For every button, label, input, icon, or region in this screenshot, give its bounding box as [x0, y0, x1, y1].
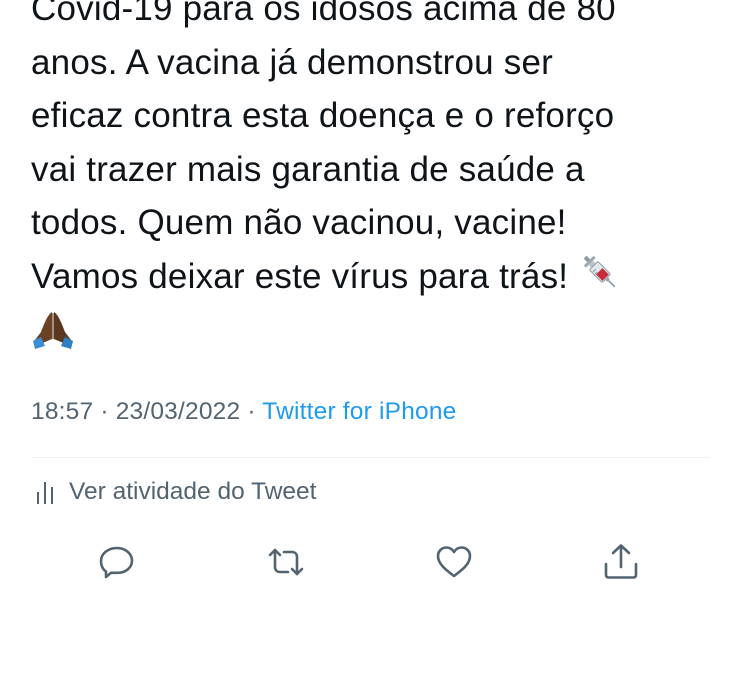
share-icon: [604, 544, 638, 579]
retweet-icon: [268, 548, 304, 576]
tweet-source-link[interactable]: Twitter for iPhone: [262, 398, 456, 425]
tweet-line: Vamos deixar este vírus para trás!: [31, 256, 569, 296]
tweet-line: Covid-19 para os idosos acima de 80: [31, 0, 616, 28]
like-button[interactable]: [432, 540, 476, 584]
reply-icon: [99, 546, 134, 579]
tweet-line: anos. A vacina já demonstrou ser: [31, 42, 553, 82]
tweet-line: vai trazer mais garantia de saúde a: [31, 149, 585, 189]
syringe-emoji: [583, 255, 616, 288]
divider: [31, 457, 710, 458]
retweet-button[interactable]: [264, 540, 308, 584]
meta-separator: ·: [240, 398, 263, 425]
analytics-bars-icon: [37, 482, 53, 504]
tweet-line-with-emoji: Vamos deixar este vírus para trás!: [31, 250, 721, 304]
tweet-line-emoji: [31, 303, 721, 357]
folded-hands-emoji: [33, 311, 73, 349]
tweet-text: Covid-19 para os idosos acima de 80 anos…: [31, 0, 721, 357]
tweet-date[interactable]: 23/03/2022: [116, 398, 241, 425]
tweet-time: 18:57: [31, 398, 94, 425]
view-tweet-activity-button[interactable]: Ver atividade do Tweet: [35, 478, 316, 506]
view-tweet-activity-label: Ver atividade do Tweet: [69, 478, 317, 505]
share-button[interactable]: [599, 540, 643, 584]
tweet-line: eficaz contra esta doença e o reforço: [31, 96, 615, 135]
like-icon: [436, 546, 472, 578]
meta-separator: ·: [93, 398, 116, 425]
tweet-metadata: 18:57 · 23/03/2022 · Twitter for iPhone: [31, 398, 457, 426]
tweet-line: todos. Quem não vacinou, vacine!: [31, 203, 567, 242]
reply-button[interactable]: [95, 540, 139, 584]
tweet-action-bar: [0, 540, 739, 590]
